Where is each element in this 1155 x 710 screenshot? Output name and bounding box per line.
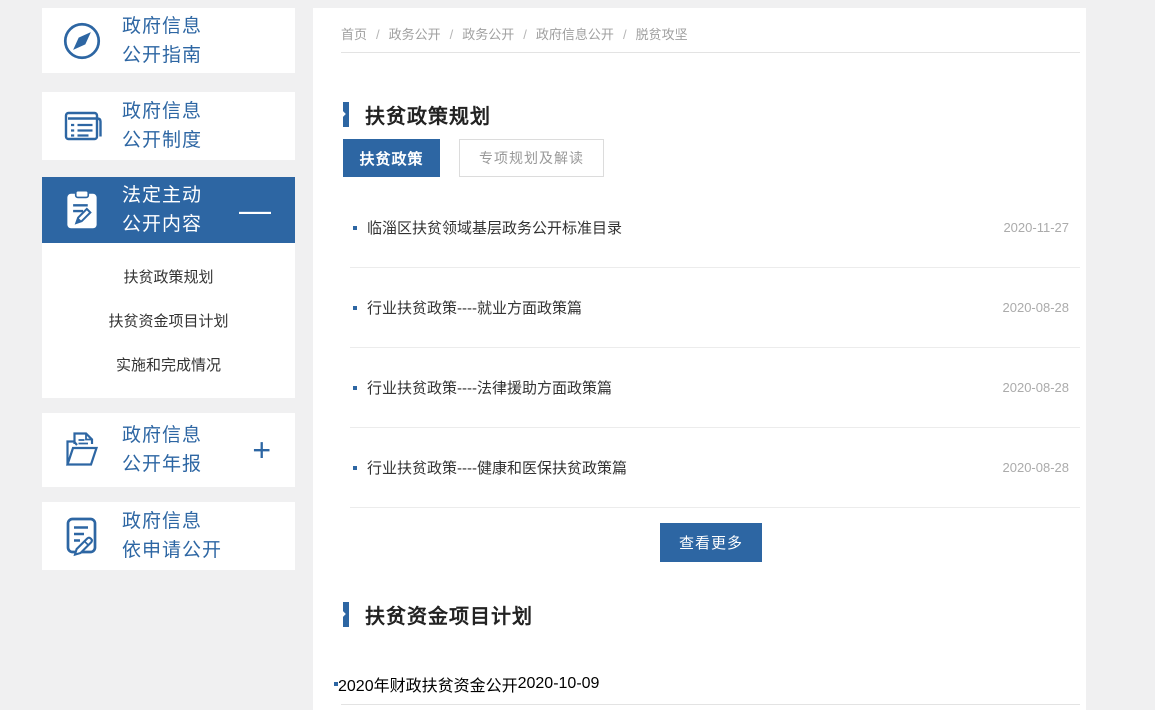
collapse-minus-icon[interactable]: — xyxy=(239,194,271,226)
tab-bar: 扶贫政策 专项规划及解读 xyxy=(343,139,604,177)
breadcrumb-divider xyxy=(341,52,1080,53)
document-link[interactable]: 2020年财政扶贫资金公开 xyxy=(338,672,518,696)
submenu-item-implementation[interactable]: 实施和完成情况 xyxy=(116,354,221,375)
bullet-icon xyxy=(353,466,357,470)
breadcrumb-separator: / xyxy=(623,27,627,42)
sidebar-submenu: 扶贫政策规划 扶贫资金项目计划 实施和完成情况 xyxy=(42,243,295,398)
expand-plus-icon[interactable]: + xyxy=(252,434,271,466)
sidebar-item-label: 法定主动公开内容 xyxy=(122,181,202,239)
list-item: 临淄区扶贫领域基层政务公开标准目录 2020-11-27 xyxy=(350,188,1080,268)
doc-pencil-icon xyxy=(42,513,122,559)
document-date: 2020-08-28 xyxy=(1003,380,1070,395)
sidebar-item-annual-report[interactable]: 政府信息公开年报 + xyxy=(42,413,295,487)
document-link[interactable]: 行业扶贫政策----健康和医保扶贫政策篇 xyxy=(367,457,1003,478)
title-marker xyxy=(343,602,349,627)
tab-poverty-policy[interactable]: 扶贫政策 xyxy=(343,139,440,177)
main-panel: 首页 / 政务公开 / 政务公开 / 政府信息公开 / 脱贫攻坚 扶贫政策规划 扶贫政策 专项规… xyxy=(313,8,1086,710)
tab-special-planning[interactable]: 专项规划及解读 xyxy=(459,139,604,177)
breadcrumb-separator: / xyxy=(450,27,454,42)
sidebar-item-gov-info-system[interactable]: 政府信息公开制度 xyxy=(42,92,295,160)
bullet-icon xyxy=(353,306,357,310)
sidebar-item-gov-info-guide[interactable]: 政府信息公开指南 xyxy=(42,8,295,73)
document-date: 2020-08-28 xyxy=(1003,460,1070,475)
sidebar-item-label: 政府信息依申请公开 xyxy=(122,507,222,565)
breadcrumb-current: 脱贫攻坚 xyxy=(636,27,688,42)
section-title-policy-planning: 扶贫政策规划 xyxy=(343,100,491,129)
breadcrumb-zwgk-2[interactable]: 政务公开 xyxy=(462,27,514,42)
compass-icon xyxy=(42,18,122,64)
submenu-item-fund-projects[interactable]: 扶贫资金项目计划 xyxy=(108,310,228,331)
title-marker xyxy=(343,102,349,127)
list-item: 行业扶贫政策----法律援助方面政策篇 2020-08-28 xyxy=(350,348,1080,428)
sidebar-item-label: 政府信息公开指南 xyxy=(122,12,202,70)
breadcrumb-separator: / xyxy=(376,27,380,42)
bullet-icon xyxy=(353,226,357,230)
list-item: 行业扶贫政策----健康和医保扶贫政策篇 2020-08-28 xyxy=(350,428,1080,508)
submenu-item-policy-planning[interactable]: 扶贫政策规划 xyxy=(123,266,213,287)
section-title-fund-projects: 扶贫资金项目计划 xyxy=(343,600,533,629)
sidebar-item-label: 政府信息公开年报 xyxy=(122,421,202,479)
document-date: 2020-11-27 xyxy=(1003,220,1069,235)
sidebar-item-label: 政府信息公开制度 xyxy=(122,97,202,155)
breadcrumb: 首页 / 政务公开 / 政务公开 / 政府信息公开 / 脱贫攻坚 xyxy=(341,24,688,43)
list-item: 行业扶贫政策----就业方面政策篇 2020-08-28 xyxy=(350,268,1080,348)
view-more-button[interactable]: 查看更多 xyxy=(660,523,762,562)
document-link[interactable]: 行业扶贫政策----就业方面政策篇 xyxy=(367,297,1003,318)
ledger-icon xyxy=(42,103,122,149)
list-item: 2020年财政扶贫资金公开 2020-10-09 xyxy=(331,656,1080,710)
document-date: 2020-08-28 xyxy=(1003,300,1070,315)
bullet-icon xyxy=(353,386,357,390)
document-list: 临淄区扶贫领域基层政务公开标准目录 2020-11-27 行业扶贫政策----就… xyxy=(350,188,1080,508)
sidebar-item-disclosure-on-request[interactable]: 政府信息依申请公开 xyxy=(42,502,295,570)
breadcrumb-gov-info[interactable]: 政府信息公开 xyxy=(536,27,614,42)
section-title: 扶贫资金项目计划 xyxy=(365,600,533,629)
page-title: 扶贫政策规划 xyxy=(365,100,491,129)
breadcrumb-zwgk-1[interactable]: 政务公开 xyxy=(389,27,441,42)
bottom-divider xyxy=(341,704,1080,705)
breadcrumb-separator: / xyxy=(523,27,527,42)
sidebar-item-statutory-disclosure[interactable]: 法定主动公开内容 — xyxy=(42,177,295,243)
document-date: 2020-10-09 xyxy=(518,675,600,693)
document-link[interactable]: 临淄区扶贫领域基层政务公开标准目录 xyxy=(367,217,1003,238)
folder-icon xyxy=(42,427,122,473)
breadcrumb-home[interactable]: 首页 xyxy=(341,27,367,42)
document-link[interactable]: 行业扶贫政策----法律援助方面政策篇 xyxy=(367,377,1003,398)
clipboard-pencil-icon xyxy=(42,187,122,233)
